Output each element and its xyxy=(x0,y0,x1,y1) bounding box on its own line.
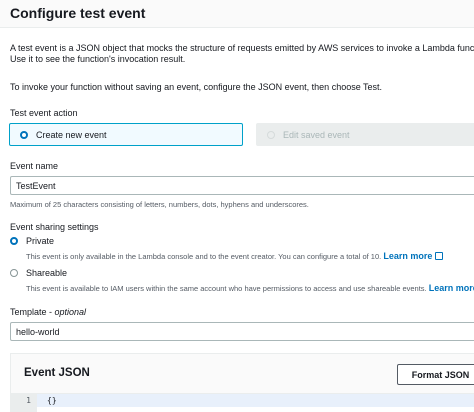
template-label: Template - optional xyxy=(10,307,87,317)
line-number: 1 xyxy=(26,396,31,405)
template-select[interactable]: hello-world xyxy=(10,322,474,341)
private-description-text: This event is only available in the Lamb… xyxy=(26,252,382,261)
private-radio[interactable] xyxy=(10,237,18,245)
template-label-text: Template xyxy=(10,307,47,317)
private-label: Private xyxy=(26,236,55,246)
external-link-icon xyxy=(435,252,444,260)
create-new-event-label: Create new event xyxy=(36,129,107,140)
json-code-editor[interactable]: 1 {} xyxy=(11,393,474,412)
shareable-radio[interactable] xyxy=(10,269,18,277)
private-description: This event is only available in the Lamb… xyxy=(26,251,444,261)
template-optional-text: optional xyxy=(54,307,87,317)
event-name-hint: Maximum of 25 characters consisting of l… xyxy=(10,200,309,209)
create-new-event-tile[interactable]: Create new event xyxy=(9,123,243,146)
shareable-description: This event is available to IAM users wit… xyxy=(26,283,474,293)
format-json-button[interactable]: Format JSON xyxy=(397,364,474,385)
shareable-learn-more-text: Learn more xyxy=(428,283,474,293)
event-json-panel: Event JSON Format JSON 1 {} xyxy=(10,353,474,412)
event-json-title: Event JSON xyxy=(24,367,90,379)
event-sharing-label: Event sharing settings xyxy=(10,222,99,232)
intro-text-line-1: A test event is a JSON object that mocks… xyxy=(10,43,474,53)
edit-saved-event-radio xyxy=(267,130,275,139)
shareable-description-text: This event is available to IAM users wit… xyxy=(26,284,427,293)
edit-saved-event-label: Edit saved event xyxy=(283,129,350,140)
modal-header: Configure test event xyxy=(0,0,474,28)
shareable-learn-more-link[interactable]: Learn more xyxy=(429,283,474,293)
event-name-label: Event name xyxy=(10,161,59,171)
create-new-event-radio[interactable] xyxy=(20,130,28,139)
modal-title: Configure test event xyxy=(10,5,146,21)
shareable-label: Shareable xyxy=(26,268,68,278)
json-code-text[interactable]: {} xyxy=(47,396,57,405)
private-learn-more-link[interactable]: Learn more xyxy=(383,251,444,261)
private-learn-more-text: Learn more xyxy=(383,251,433,261)
line-number-gutter: 1 xyxy=(11,394,37,412)
shareable-option[interactable]: Shareable xyxy=(10,268,67,278)
test-event-action-label: Test event action xyxy=(10,108,78,118)
intro-text-line-3: To invoke your function without saving a… xyxy=(10,82,383,92)
edit-saved-event-tile: Edit saved event xyxy=(256,123,474,146)
active-line-highlight xyxy=(37,394,474,407)
event-name-input[interactable]: TestEvent xyxy=(10,176,474,195)
private-option[interactable]: Private xyxy=(10,236,54,246)
intro-text-line-2: Use it to see the function's invocation … xyxy=(10,54,186,64)
